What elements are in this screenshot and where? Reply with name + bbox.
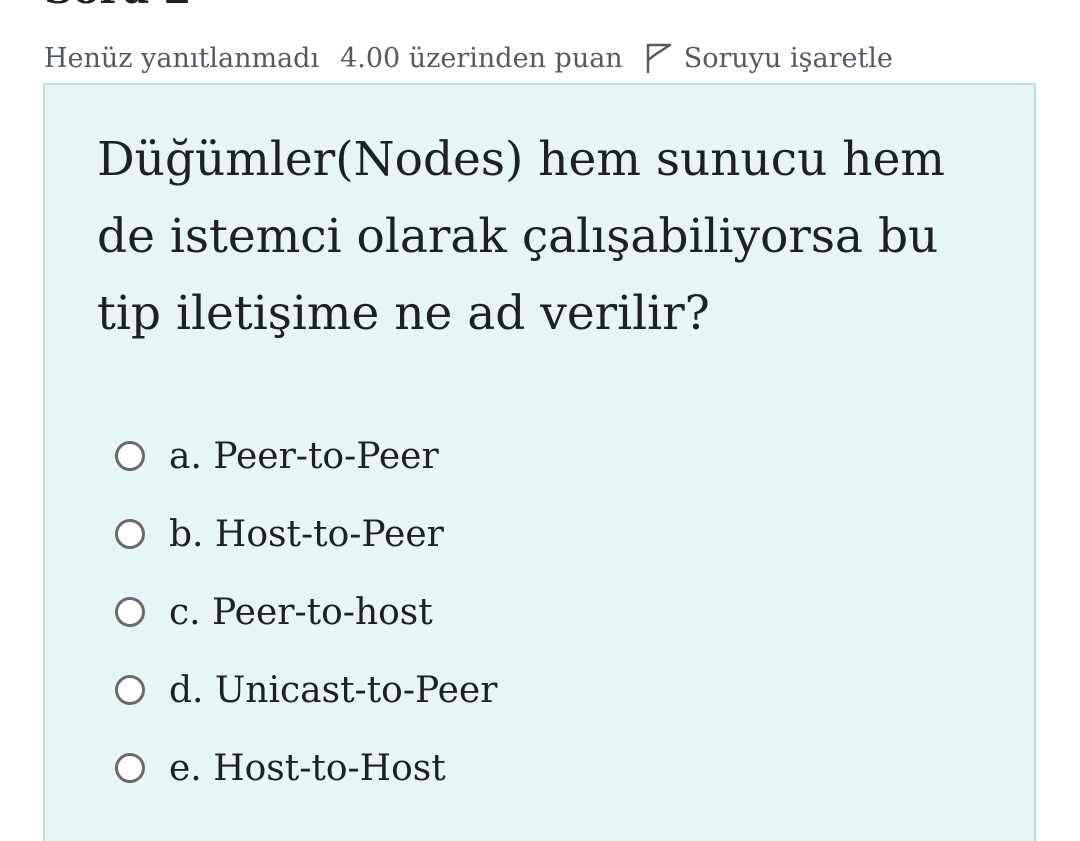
radio-unchecked-icon[interactable] bbox=[115, 675, 145, 705]
flag-question-label: Soruyu işaretle bbox=[683, 42, 893, 74]
flag-icon bbox=[646, 43, 671, 73]
answer-option-e[interactable]: e. Host-to-Host bbox=[115, 729, 497, 807]
question-info: Henüz yanıtlanmadı 4.00 üzerinden puan S… bbox=[44, 38, 893, 78]
answer-label: c. Peer-to-host bbox=[169, 591, 433, 633]
radio-unchecked-icon[interactable] bbox=[115, 441, 145, 471]
answer-label: e. Host-to-Host bbox=[169, 747, 446, 789]
answer-list: a. Peer-to-Peer b. Host-to-Peer c. Peer-… bbox=[115, 417, 497, 807]
question-grade: 4.00 üzerinden puan bbox=[340, 42, 623, 74]
answer-option-d[interactable]: d. Unicast-to-Peer bbox=[115, 651, 497, 729]
flag-question-link[interactable]: Soruyu işaretle bbox=[645, 42, 893, 74]
radio-unchecked-icon[interactable] bbox=[115, 597, 145, 627]
answer-label: b. Host-to-Peer bbox=[169, 513, 444, 555]
question-text: Düğümler(Nodes) hem sunucu hem de istemc… bbox=[97, 132, 945, 341]
quiz-page: Soru 2 Henüz yanıtlanmadı 4.00 üzerinden… bbox=[0, 0, 1080, 841]
answer-option-b[interactable]: b. Host-to-Peer bbox=[115, 495, 497, 573]
radio-unchecked-icon[interactable] bbox=[115, 753, 145, 783]
question-number-heading: Soru 2 bbox=[44, 0, 191, 10]
question-box: Düğümler(Nodes) hem sunucu hem de istemc… bbox=[43, 83, 1036, 841]
answer-label: a. Peer-to-Peer bbox=[169, 435, 439, 477]
answer-label: d. Unicast-to-Peer bbox=[169, 669, 498, 711]
answer-option-a[interactable]: a. Peer-to-Peer bbox=[115, 417, 497, 495]
radio-unchecked-icon[interactable] bbox=[115, 519, 145, 549]
question-state: Henüz yanıtlanmadı bbox=[44, 42, 320, 74]
answer-option-c[interactable]: c. Peer-to-host bbox=[115, 573, 497, 651]
